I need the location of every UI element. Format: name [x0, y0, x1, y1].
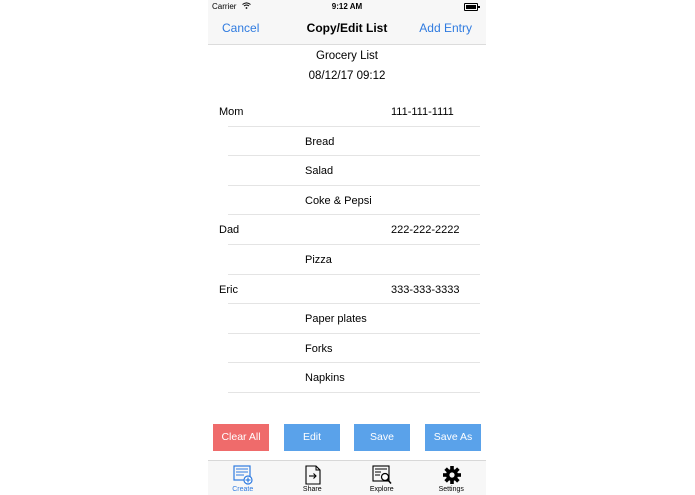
clear-all-button[interactable]: Clear All — [213, 424, 269, 451]
item-row[interactable]: Napkins — [208, 363, 486, 393]
tab-explore-label: Explore — [369, 486, 394, 493]
tab-create[interactable]: Create — [208, 461, 278, 495]
list-title: Grocery List — [316, 50, 378, 62]
row-divider — [228, 391, 480, 393]
item-name: Pizza — [305, 253, 332, 266]
person-name: Mom — [219, 106, 244, 118]
item-row[interactable]: Bread — [208, 127, 486, 157]
tab-explore[interactable]: Explore — [347, 461, 417, 495]
person-phone: 222-222-2222 — [391, 224, 460, 237]
tab-settings[interactable]: Settings — [417, 461, 487, 495]
battery-icon — [464, 3, 480, 11]
status-time: 9:12 AM — [331, 2, 363, 11]
person-phone: 111-111-1111 — [391, 106, 454, 118]
tab-bar: Create Share Explore Settings — [208, 460, 486, 495]
person-name: Dad — [219, 224, 240, 237]
item-row[interactable]: Salad — [208, 156, 486, 186]
explore-icon — [371, 465, 393, 485]
item-row[interactable]: Coke & Pepsi — [208, 186, 486, 216]
person-row[interactable]: Eric 333-333-3333 — [208, 275, 486, 305]
item-row[interactable]: Forks — [208, 334, 486, 364]
navigation-bar: Cancel Copy/Edit List Add Entry — [208, 14, 486, 45]
item-name: Paper plates — [305, 313, 367, 326]
person-phone: 333-333-3333 — [391, 283, 460, 296]
person-row[interactable]: Dad 222-222-2222 — [208, 215, 486, 245]
item-row[interactable]: Paper plates — [208, 304, 486, 334]
person-name: Eric — [219, 283, 238, 296]
item-name: Napkins — [305, 372, 345, 385]
list-date: 08/12/17 09:12 — [308, 70, 386, 82]
create-icon — [232, 465, 254, 485]
save-as-button[interactable]: Save As — [425, 424, 481, 451]
item-name: Forks — [305, 342, 333, 355]
tab-share[interactable]: Share — [278, 461, 348, 495]
tab-settings-label: Settings — [438, 486, 464, 493]
item-name: Bread — [305, 135, 335, 148]
app-screen: Carrier 9:12 AM Cancel Copy/Edit List Ad… — [208, 0, 486, 495]
tab-create-label: Create — [232, 486, 254, 493]
tab-share-label: Share — [302, 486, 322, 493]
save-button[interactable]: Save — [354, 424, 410, 451]
status-bar: Carrier 9:12 AM — [208, 0, 486, 14]
edit-button[interactable]: Edit — [284, 424, 340, 451]
person-row[interactable]: Mom 111-111-1111 — [208, 97, 486, 127]
entry-list: Mom 111-111-1111 Bread Salad Coke & Pepsi Dad… — [208, 97, 486, 393]
share-icon — [302, 465, 324, 485]
gear-icon — [441, 465, 463, 485]
add-entry-button[interactable]: Add Entry — [419, 21, 472, 35]
item-row[interactable]: Pizza — [208, 245, 486, 275]
item-name: Salad — [305, 165, 334, 178]
item-name: Coke & Pepsi — [305, 194, 372, 207]
